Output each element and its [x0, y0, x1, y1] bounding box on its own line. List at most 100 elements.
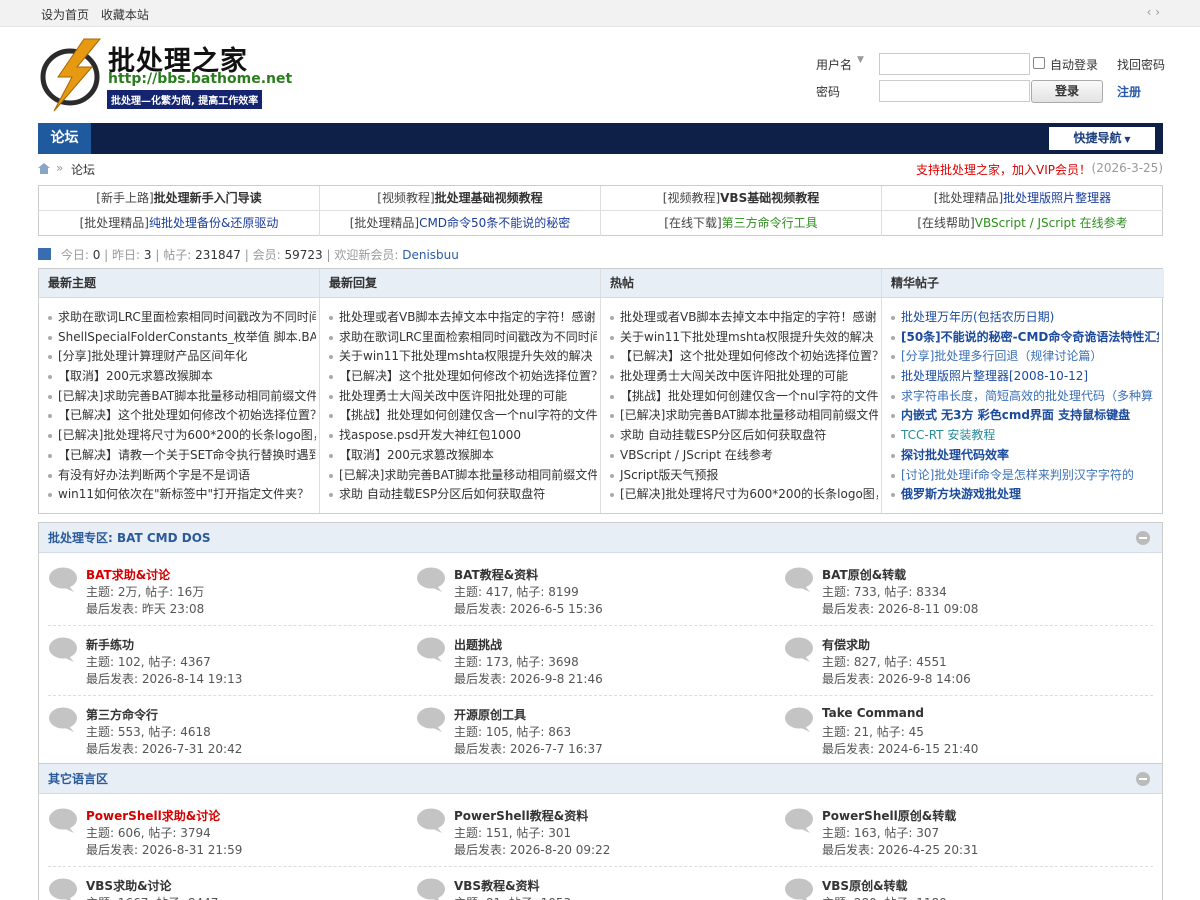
forgot-password-link[interactable]: 找回密码: [1117, 56, 1165, 73]
post-link[interactable]: 关于win11下批处理mshta权限提升失效的解决: [610, 328, 878, 348]
forum-item[interactable]: Take Command 主题: 21, 帖子: 45 最后发表: 2024-6-1…: [775, 702, 1135, 762]
post-link[interactable]: 批处理勇士大闯关改中医许阳批处理的可能: [610, 367, 878, 387]
forum-name[interactable]: BAT求助&讨论: [86, 566, 170, 583]
forum-name[interactable]: BAT原创&转载: [822, 566, 906, 583]
forum-item[interactable]: 新手练功 主题: 102, 帖子: 4367 最后发表: 2026-8-14 19:…: [39, 632, 399, 692]
forum-name[interactable]: PowerShell教程&资料: [454, 807, 588, 824]
post-link[interactable]: 【已解决】请教一个关于SET命令执行替换时遇到: [48, 446, 316, 466]
post-link[interactable]: 批处理万年历(包括农历日期): [891, 308, 1159, 328]
post-link[interactable]: 【已解决】这个批处理如何修改个初始选择位置？: [610, 347, 878, 367]
width-toggle-icon[interactable]: ‹ ›: [1147, 5, 1160, 19]
post-link[interactable]: 探讨批处理代码效率: [891, 446, 1159, 466]
post-link[interactable]: ShellSpecialFolderConstants_枚举值 脚本.BAT: [48, 328, 316, 348]
featured-link-title[interactable]: 纯批处理备份&还原驱动: [149, 216, 278, 230]
auto-login-label[interactable]: 自动登录: [1050, 56, 1098, 73]
post-link[interactable]: 求助在歌词LRC里面检索相同时间戳改为不同时间: [329, 328, 597, 348]
forum-name[interactable]: PowerShell原创&转载: [822, 807, 956, 824]
post-link[interactable]: 求助 自动挂载ESP分区后如何获取盘符: [329, 485, 597, 505]
new-member-link[interactable]: Denisbuu: [402, 248, 459, 262]
post-link[interactable]: [已解决]批处理将尺寸为600*200的长条logo图，自: [610, 485, 878, 505]
forum-name[interactable]: VBS求助&讨论: [86, 877, 172, 894]
password-input[interactable]: [879, 80, 1030, 102]
forum-item[interactable]: 第三方命令行 主题: 553, 帖子: 4618 最后发表: 2026-7-31 2…: [39, 702, 399, 762]
post-link[interactable]: 【取消】200元求篡改猴脚本: [329, 446, 597, 466]
post-link[interactable]: [已解决]求助完善BAT脚本批量移动相同前缀文件: [48, 387, 316, 407]
forum-item[interactable]: PowerShell原创&转载 主题: 163, 帖子: 307 最后发表: 202…: [775, 803, 1135, 863]
post-link[interactable]: [已解决]批处理将尺寸为600*200的长条logo图，自: [48, 426, 316, 446]
post-link[interactable]: 关于win11下批处理mshta权限提升失效的解决: [329, 347, 597, 367]
login-button[interactable]: 登录: [1031, 80, 1103, 103]
home-icon[interactable]: [38, 163, 50, 174]
forum-item[interactable]: VBS求助&讨论主题: 1667, 帖子: 8447: [39, 873, 399, 900]
post-link[interactable]: 有没有好办法判断两个字是不是词语: [48, 466, 316, 486]
featured-link[interactable]: [批处理精品]CMD命令50条不能说的秘密: [320, 211, 601, 236]
post-link[interactable]: 批处理版照片整理器[2008-10-12]: [891, 367, 1159, 387]
forum-name[interactable]: PowerShell求助&讨论: [86, 807, 220, 824]
site-logo[interactable]: 批处理之家 http://bbs.bathome.net 批处理—化繁为简, 提…: [40, 37, 292, 117]
auto-login-checkbox[interactable]: [1033, 57, 1045, 69]
post-link[interactable]: 内嵌式 无3方 彩色cmd界面 支持鼠标键盘: [891, 406, 1159, 426]
section-title[interactable]: 批处理专区: BAT CMD DOS: [48, 531, 211, 545]
featured-link-title[interactable]: 批处理版照片整理器: [1003, 191, 1111, 205]
post-link[interactable]: 【挑战】批处理如何创建仅含一个nul字符的文件: [329, 406, 597, 426]
post-link[interactable]: VBScript / JScript 在线参考: [610, 446, 878, 466]
register-link[interactable]: 注册: [1117, 83, 1141, 100]
breadcrumb-current[interactable]: 论坛: [71, 161, 95, 178]
section-header[interactable]: 其它语言区: [39, 764, 1162, 794]
featured-link[interactable]: [视频教程]VBS基础视频教程: [601, 186, 882, 211]
forum-name[interactable]: BAT教程&资料: [454, 566, 538, 583]
collapse-icon[interactable]: [1136, 772, 1150, 786]
post-link[interactable]: 【取消】200元求篡改猴脚本: [48, 367, 316, 387]
post-link[interactable]: 批处理或者VB脚本去掉文本中指定的字符！感谢！: [329, 308, 597, 328]
forum-name[interactable]: 新手练功: [86, 636, 134, 653]
post-link[interactable]: [讨论]批处理if命令是怎样来判别汉字字符的: [891, 466, 1159, 486]
quick-nav-button[interactable]: 快捷导航 ▼: [1049, 127, 1155, 150]
post-link[interactable]: [50条]不能说的秘密-CMD命令奇诡语法特性汇集: [891, 328, 1159, 348]
forum-item[interactable]: BAT求助&讨论 主题: 2万, 帖子: 16万 最后发表: 昨天 23:08: [39, 562, 399, 622]
post-link[interactable]: 【挑战】批处理如何创建仅含一个nul字符的文件: [610, 387, 878, 407]
post-link[interactable]: 求助 自动挂载ESP分区后如何获取盘符: [610, 426, 878, 446]
post-link[interactable]: [已解决]求助完善BAT脚本批量移动相同前缀文件: [329, 466, 597, 486]
post-link[interactable]: [分享]批处理计算理财产品区间年化: [48, 347, 316, 367]
forum-item[interactable]: 出题挑战 主题: 173, 帖子: 3698 最后发表: 2026-9-8 21:4…: [407, 632, 767, 692]
section-header[interactable]: 批处理专区: BAT CMD DOS: [39, 523, 1162, 553]
forum-item[interactable]: PowerShell求助&讨论 主题: 606, 帖子: 3794 最后发表: 20…: [39, 803, 399, 863]
section-title[interactable]: 其它语言区: [48, 772, 108, 786]
post-link[interactable]: 批处理或者VB脚本去掉文本中指定的字符！感谢！: [610, 308, 878, 328]
featured-link-title[interactable]: VBS基础视频教程: [720, 191, 819, 205]
vip-link[interactable]: 支持批处理之家，加入VIP会员！: [916, 161, 1091, 178]
forum-name[interactable]: 开源原创工具: [454, 706, 526, 723]
username-input[interactable]: [879, 53, 1030, 75]
forum-item[interactable]: 有偿求助 主题: 827, 帖子: 4551 最后发表: 2026-9-8 14:0…: [775, 632, 1135, 692]
post-link[interactable]: 找aspose.psd开发大神红包1000: [329, 426, 597, 446]
collapse-icon[interactable]: [1136, 531, 1150, 545]
featured-link-title[interactable]: CMD命令50条不能说的秘密: [419, 216, 570, 230]
featured-link-title[interactable]: 批处理基础视频教程: [435, 191, 543, 205]
nav-forum-tab[interactable]: 论坛: [38, 123, 91, 154]
forum-name[interactable]: VBS教程&资料: [454, 877, 540, 894]
featured-link-title[interactable]: 批处理新手入门导读: [154, 191, 262, 205]
dropdown-caret-icon[interactable]: ▼: [857, 55, 864, 65]
post-link[interactable]: 求字符串长度，简短高效的批处理代码（多种算: [891, 387, 1159, 407]
post-link[interactable]: 【已解决】这个批处理如何修改个初始选择位置？: [48, 406, 316, 426]
forum-item[interactable]: 开源原创工具 主题: 105, 帖子: 863 最后发表: 2026-7-7 16:…: [407, 702, 767, 762]
forum-name[interactable]: 出题挑战: [454, 636, 502, 653]
set-home-link[interactable]: 设为首页: [41, 8, 89, 22]
forum-name[interactable]: Take Command: [822, 706, 924, 720]
forum-name[interactable]: 有偿求助: [822, 636, 870, 653]
post-link[interactable]: TCC-RT 安装教程: [891, 426, 1159, 446]
featured-link-title[interactable]: 第三方命令行工具: [722, 216, 818, 230]
featured-link[interactable]: [批处理精品]纯批处理备份&还原驱动: [39, 211, 320, 236]
featured-link[interactable]: [在线帮助]VBScript / JScript 在线参考: [882, 211, 1163, 236]
post-link[interactable]: 求助在歌词LRC里面检索相同时间戳改为不同时间: [48, 308, 316, 328]
featured-link[interactable]: [批处理精品]批处理版照片整理器: [882, 186, 1163, 211]
post-link[interactable]: [已解决]求助完善BAT脚本批量移动相同前缀文件: [610, 406, 878, 426]
post-link[interactable]: 批处理勇士大闯关改中医许阳批处理的可能: [329, 387, 597, 407]
forum-item[interactable]: BAT教程&资料 主题: 417, 帖子: 8199 最后发表: 2026-6-5 …: [407, 562, 767, 622]
post-link[interactable]: 【已解决】这个批处理如何修改个初始选择位置？: [329, 367, 597, 387]
post-link[interactable]: win11如何依次在"新标签中"打开指定文件夹？: [48, 485, 316, 505]
featured-link-title[interactable]: VBScript / JScript 在线参考: [975, 216, 1128, 230]
post-link[interactable]: JScript版天气预报: [610, 466, 878, 486]
forum-name[interactable]: 第三方命令行: [86, 706, 158, 723]
featured-link[interactable]: [在线下载]第三方命令行工具: [601, 211, 882, 236]
